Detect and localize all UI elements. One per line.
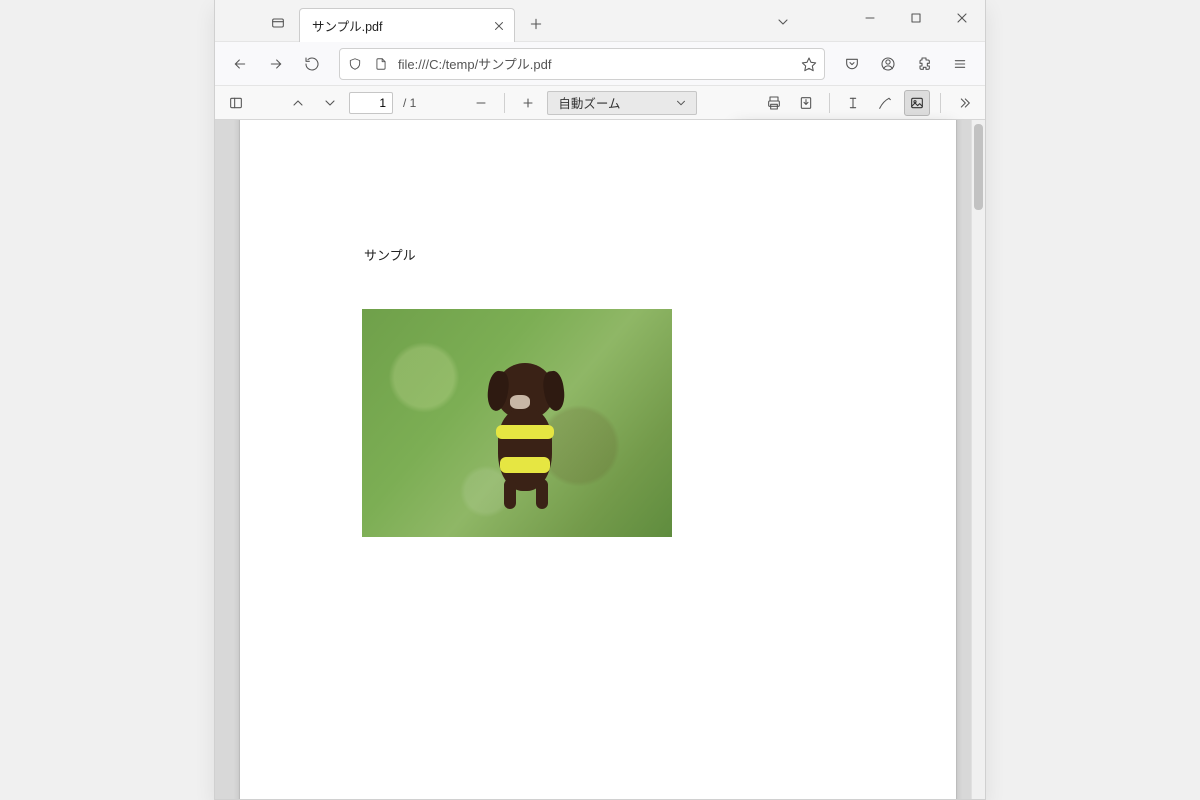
bookmark-star-icon[interactable] (800, 55, 818, 73)
page-number-input[interactable] (349, 92, 393, 114)
pocket-button[interactable] (837, 49, 867, 79)
nav-forward-button[interactable] (261, 49, 291, 79)
nav-back-button[interactable] (225, 49, 255, 79)
navbar: file:///C:/temp/サンプル.pdf (215, 42, 985, 86)
tab-close-button[interactable] (490, 17, 508, 35)
more-tools-button[interactable] (951, 90, 977, 116)
tracking-shield-icon[interactable] (346, 55, 364, 73)
extensions-button[interactable] (909, 49, 939, 79)
page-up-button[interactable] (285, 90, 311, 116)
window-close-button[interactable] (939, 0, 985, 36)
dog-illustration (490, 361, 562, 509)
tabs-dropdown-button[interactable] (771, 10, 795, 34)
pdf-page: サンプル (239, 120, 957, 799)
tab-title: サンプル.pdf (312, 16, 482, 35)
document-image (362, 309, 672, 537)
browser-tab[interactable]: サンプル.pdf (299, 8, 515, 42)
draw-annotation-button[interactable] (872, 90, 898, 116)
account-button[interactable] (873, 49, 903, 79)
zoom-select-label: 自動ズーム (558, 93, 620, 112)
app-menu-button[interactable] (945, 49, 975, 79)
sidebar-toggle-button[interactable] (223, 90, 249, 116)
window-controls (847, 0, 985, 42)
image-annotation-button[interactable] (904, 90, 930, 116)
scrollbar-track[interactable] (971, 120, 985, 799)
window-maximize-button[interactable] (893, 0, 939, 36)
separator (504, 93, 505, 113)
new-tab-button[interactable] (521, 9, 551, 39)
download-button[interactable] (793, 90, 819, 116)
text-annotation-button[interactable] (840, 90, 866, 116)
titlebar: サンプル.pdf (215, 0, 985, 42)
separator (940, 93, 941, 113)
pdf-viewport[interactable]: サンプル (215, 120, 985, 799)
page-total-label: / 1 (403, 96, 416, 110)
url-bar[interactable]: file:///C:/temp/サンプル.pdf (339, 48, 825, 80)
page-down-button[interactable] (317, 90, 343, 116)
nav-reload-button[interactable] (297, 49, 327, 79)
zoom-in-button[interactable] (515, 90, 541, 116)
url-text: file:///C:/temp/サンプル.pdf (398, 54, 792, 73)
print-button[interactable] (761, 90, 787, 116)
scrollbar-thumb[interactable] (974, 124, 983, 210)
chevron-down-icon (674, 96, 688, 110)
file-icon (372, 55, 390, 73)
window-minimize-button[interactable] (847, 0, 893, 36)
separator (829, 93, 830, 113)
document-heading: サンプル (364, 245, 416, 264)
pdf-toolbar: / 1 自動ズーム (215, 86, 985, 120)
zoom-out-button[interactable] (468, 90, 494, 116)
recent-tabs-button[interactable] (267, 12, 289, 34)
zoom-select[interactable]: 自動ズーム (547, 91, 697, 115)
browser-window: サンプル.pdf (214, 0, 986, 800)
